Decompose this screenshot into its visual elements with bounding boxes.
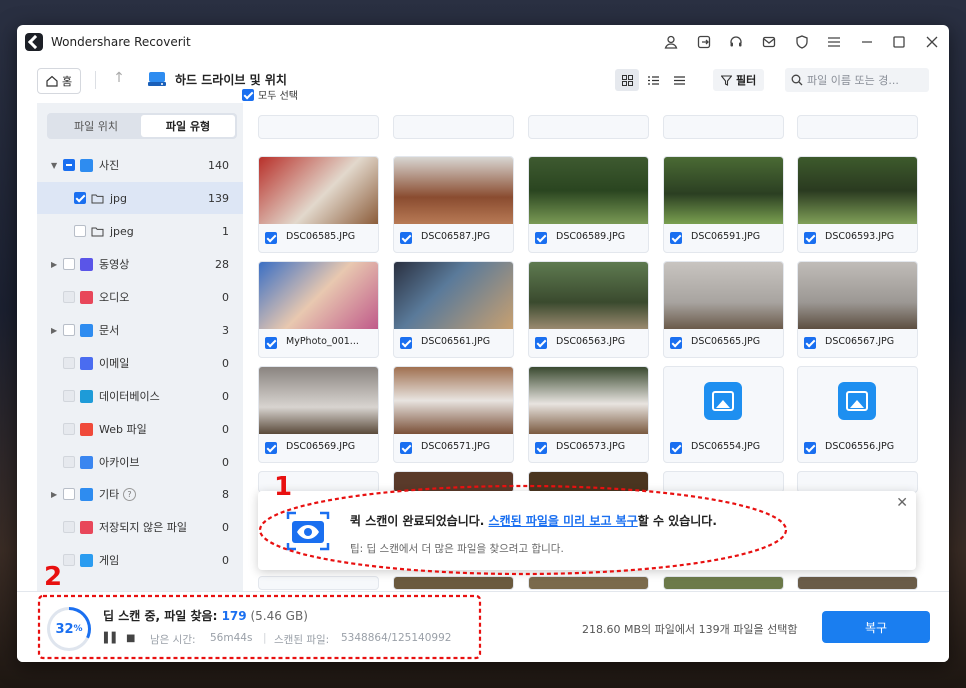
scan-progress-ring: 32% <box>47 607 91 651</box>
progress-percent: 32% <box>50 610 88 648</box>
annotation-ellipse <box>258 484 788 576</box>
recover-button[interactable]: 복구 <box>822 611 930 643</box>
scan-status: 딥 스캔 중, 파일 찾음: 179 (5.46 GB) <box>103 607 308 624</box>
status-divider: | <box>263 632 267 644</box>
scan-label: 딥 스캔 중, 파일 찾음: <box>103 609 222 623</box>
found-count: 179 <box>221 609 247 623</box>
pause-icon[interactable]: ▌▌ <box>104 633 119 644</box>
progress-value: 32 <box>55 621 74 637</box>
annotation-overlay <box>37 484 788 660</box>
percent-sign: % <box>73 624 83 634</box>
annotation-number-1: 1 <box>274 472 293 502</box>
stop-icon[interactable]: ■ <box>126 633 135 644</box>
scanned-files-value: 5348864/125140992 <box>341 632 452 644</box>
selection-info: 218.60 MB의 파일에서 139개 파일을 선택함 <box>582 623 798 636</box>
annotation-number-2: 2 <box>44 562 63 592</box>
remaining-time-value: 56m44s <box>210 632 253 644</box>
remaining-time-label: 남은 시간: <box>150 634 196 646</box>
scanned-files-label: 스캔된 파일: <box>274 634 330 646</box>
found-size: (5.46 GB) <box>246 609 308 623</box>
annotation-rectangle <box>37 594 482 660</box>
